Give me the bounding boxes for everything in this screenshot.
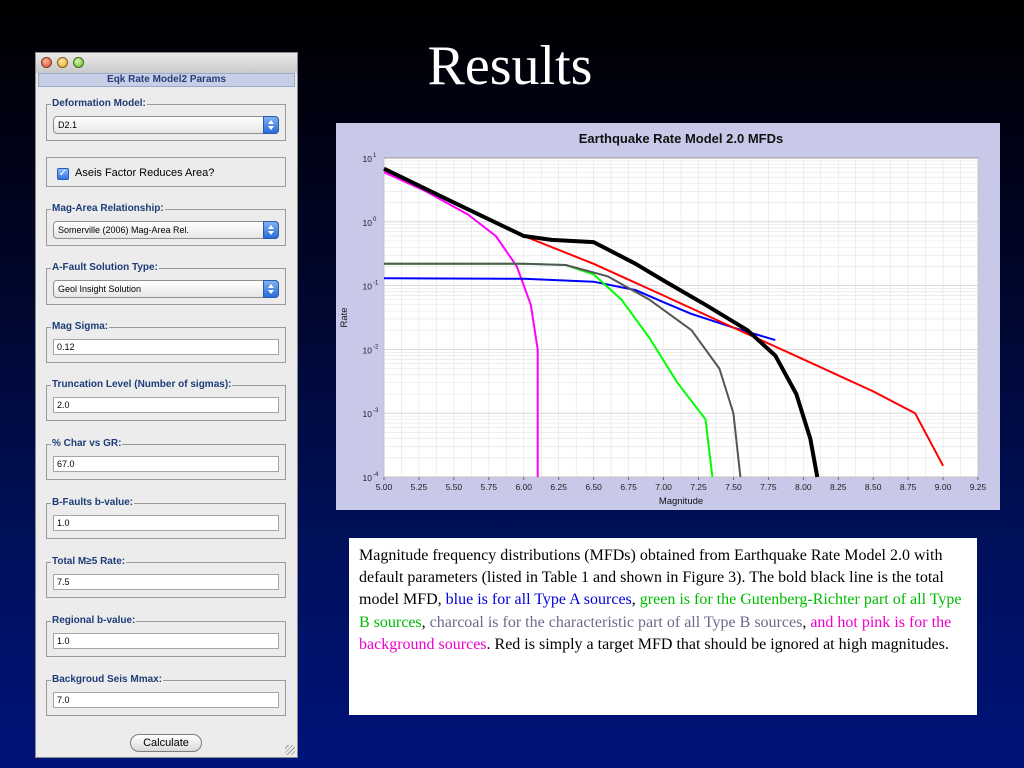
deformation-model-value: D2.1 (58, 120, 78, 130)
window-title: Eqk Rate Model2 Params (38, 73, 295, 87)
deformation-model-select[interactable]: D2.1 (53, 116, 279, 134)
total-rate-label: Total M≥5 Rate: (51, 556, 127, 568)
x-tick-label: 6.00 (515, 482, 532, 492)
y-tick-label: 10 (363, 345, 373, 355)
slide-title: Results (427, 35, 593, 97)
caption-separator: , (421, 613, 430, 631)
y-tick-exponent: -1 (373, 281, 379, 287)
total-rate-field[interactable]: 7.5 (53, 574, 279, 590)
chevron-updown-icon[interactable] (263, 116, 279, 134)
regional-b-value-label: Regional b-value: (51, 615, 137, 627)
b-faults-b-value-field[interactable]: 1.0 (53, 515, 279, 531)
x-tick-label: 9.00 (935, 482, 952, 492)
y-tick-label: 10 (363, 409, 373, 419)
caption-separator: , (631, 591, 640, 609)
x-tick-label: 7.50 (725, 482, 742, 492)
a-fault-solution-label: A-Fault Solution Type: (51, 262, 159, 274)
x-tick-label: 7.25 (690, 482, 707, 492)
x-tick-label: 7.75 (760, 482, 777, 492)
truncation-level-group: Truncation Level (Number of sigmas): 2.0 (46, 379, 286, 421)
char-vs-gr-field[interactable]: 67.0 (53, 456, 279, 472)
x-tick-label: 6.50 (585, 482, 602, 492)
caption-blue-text: blue is for all Type A sources (445, 591, 632, 609)
mag-area-label: Mag-Area Relationship: (51, 203, 165, 215)
x-tick-label: 8.25 (830, 482, 847, 492)
regional-b-value-field[interactable]: 1.0 (53, 633, 279, 649)
calculate-button[interactable]: Calculate (130, 734, 202, 752)
deformation-model-group: Deformation Model: D2.1 (46, 98, 286, 141)
char-vs-gr-group: % Char vs GR: 67.0 (46, 438, 286, 480)
x-tick-label: 6.25 (550, 482, 567, 492)
x-tick-label: 8.50 (865, 482, 882, 492)
mag-sigma-label: Mag Sigma: (51, 321, 110, 333)
x-tick-label: 6.75 (620, 482, 637, 492)
y-tick-exponent: 0 (373, 217, 377, 223)
aseis-factor-label[interactable]: Aseis Factor Reduces Area? (75, 167, 214, 179)
y-tick-exponent: -2 (373, 344, 379, 350)
deformation-model-label: Deformation Model: (51, 98, 147, 110)
params-window: Eqk Rate Model2 Params Deformation Model… (35, 52, 298, 758)
zoom-icon[interactable] (73, 57, 84, 68)
resize-grip-icon[interactable] (285, 745, 295, 755)
x-tick-label: 5.75 (481, 482, 498, 492)
total-rate-group: Total M≥5 Rate: 7.5 (46, 556, 286, 598)
x-tick-label: 5.25 (411, 482, 428, 492)
char-vs-gr-label: % Char vs GR: (51, 438, 123, 450)
x-tick-label: 7.00 (655, 482, 672, 492)
x-tick-label: 5.00 (376, 482, 393, 492)
b-faults-b-value-label: B-Faults b-value: (51, 497, 135, 509)
caption-charcoal-text: charcoal is for the characteristic part … (429, 613, 803, 631)
caption-text-end: . Red is simply a target MFD that should… (486, 635, 949, 653)
chevron-updown-icon[interactable] (263, 221, 279, 239)
y-tick-label: 10 (363, 154, 373, 164)
minimize-icon[interactable] (57, 57, 68, 68)
background-seis-mmax-label: Backgroud Seis Mmax: (51, 674, 164, 686)
a-fault-solution-select[interactable]: Geol Insight Solution (53, 280, 279, 298)
y-tick-exponent: -4 (373, 472, 379, 478)
mfd-chart: Earthquake Rate Model 2.0 MFDs 5.00 5.25 5.… (336, 123, 1000, 510)
a-fault-solution-value: Geol Insight Solution (58, 284, 142, 294)
chevron-updown-icon[interactable] (263, 280, 279, 298)
regional-b-value-group: Regional b-value: 1.0 (46, 615, 286, 657)
chart-title: Earthquake Rate Model 2.0 MFDs (579, 131, 783, 146)
y-tick-label: 10 (363, 282, 373, 292)
mag-area-group: Mag-Area Relationship: Somerville (2006)… (46, 203, 286, 246)
a-fault-solution-group: A-Fault Solution Type: Geol Insight Solu… (46, 262, 286, 305)
mfd-chart-svg: Earthquake Rate Model 2.0 MFDs 5.00 5.25 5.… (339, 131, 987, 507)
mag-area-select[interactable]: Somerville (2006) Mag-Area Rel. (53, 221, 279, 239)
y-tick-label: 10 (363, 218, 373, 228)
y-tick-exponent: -3 (373, 408, 379, 414)
x-tick-label: 5.50 (446, 482, 463, 492)
figure-caption: Magnitude frequency distributions (MFDs)… (349, 538, 977, 715)
x-tick-label: 8.00 (795, 482, 812, 492)
y-tick-exponent: 1 (373, 153, 377, 159)
aseis-factor-checkbox[interactable]: ✓ (57, 168, 69, 180)
y-tick-label: 10 (363, 473, 373, 483)
b-faults-b-value-group: B-Faults b-value: 1.0 (46, 497, 286, 539)
window-titlebar[interactable] (36, 53, 297, 73)
close-icon[interactable] (41, 57, 52, 68)
truncation-level-field[interactable]: 2.0 (53, 397, 279, 413)
x-tick-label: 9.25 (970, 482, 987, 492)
x-axis-label: Magnitude (659, 496, 703, 507)
y-axis-label: Rate (339, 307, 350, 327)
aseis-factor-group: ✓ Aseis Factor Reduces Area? (46, 157, 286, 187)
mag-sigma-field[interactable]: 0.12 (53, 339, 279, 355)
mag-area-value: Somerville (2006) Mag-Area Rel. (58, 225, 190, 235)
truncation-level-label: Truncation Level (Number of sigmas): (51, 379, 233, 391)
mag-sigma-group: Mag Sigma: 0.12 (46, 321, 286, 363)
x-tick-label: 8.75 (900, 482, 917, 492)
background-seis-mmax-group: Backgroud Seis Mmax: 7.0 (46, 674, 286, 716)
background-seis-mmax-field[interactable]: 7.0 (53, 692, 279, 708)
